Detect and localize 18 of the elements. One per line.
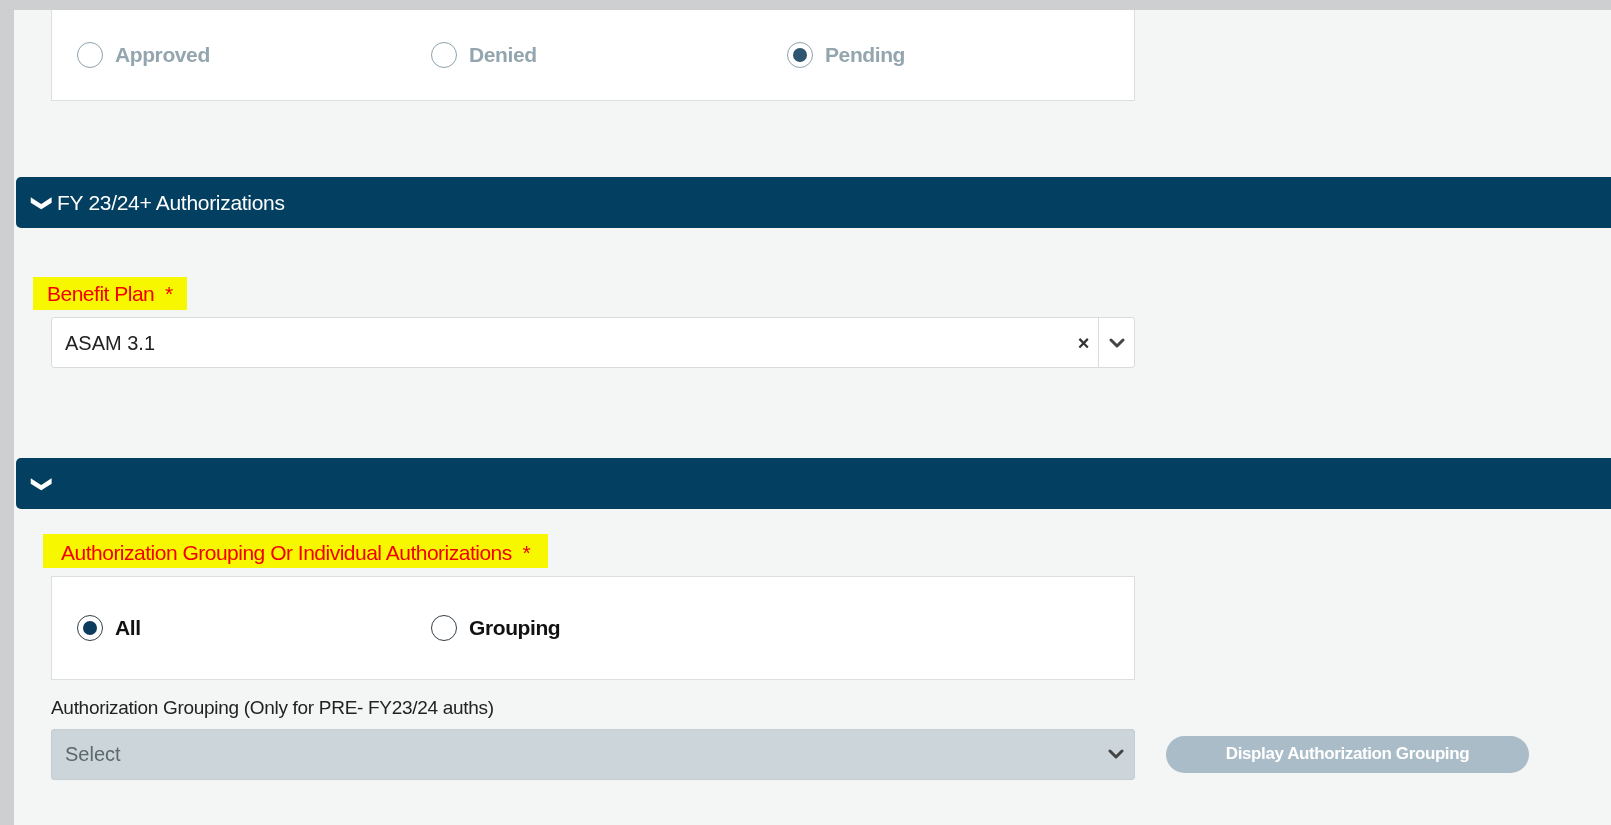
- section-header[interactable]: ❯: [16, 458, 1611, 509]
- chevron-icon[interactable]: ❯: [32, 475, 53, 492]
- section-title: FY 23/24+ Authorizations: [57, 189, 285, 216]
- section-header[interactable]: ❯ FY 23/24+ Authorizations: [16, 177, 1611, 228]
- radio-label: Approved: [115, 42, 210, 69]
- required-label: Benefit Plan *: [33, 277, 187, 310]
- field-label: Authorization Grouping (Only for PRE- FY23/24 auths): [51, 696, 495, 720]
- radio-button[interactable]: [77, 615, 103, 641]
- radio-label: All: [115, 615, 141, 642]
- radio-label: Pending: [825, 42, 906, 69]
- radio-label: Denied: [469, 42, 537, 69]
- clear-icon[interactable]: ×: [1069, 327, 1098, 358]
- chevron-icon[interactable]: ❯: [32, 194, 53, 211]
- chevron-down-icon[interactable]: [1108, 337, 1125, 348]
- radio-button[interactable]: [431, 615, 457, 641]
- radio-label: Grouping: [469, 615, 561, 642]
- benefit-plan-select[interactable]: ASAM 3.1 ×: [51, 317, 1135, 368]
- required-label: Authorization Grouping Or Individual Authorizations *: [43, 534, 549, 568]
